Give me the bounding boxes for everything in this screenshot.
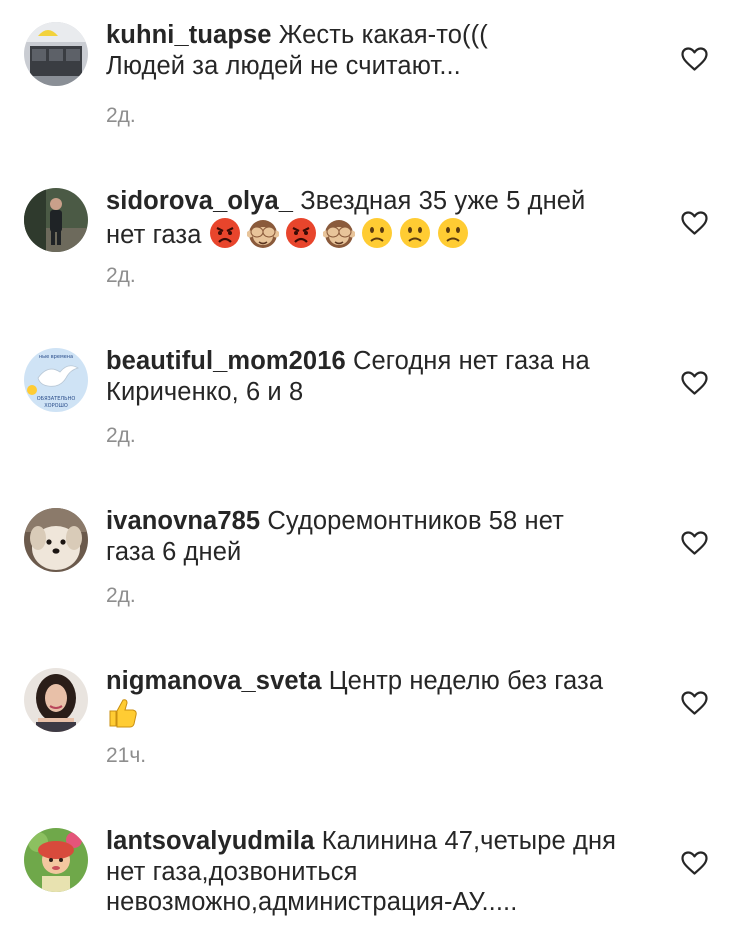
comment-timestamp: 2д. bbox=[106, 584, 136, 607]
comment-text: nigmanova_sveta Центр неделю без газа bbox=[106, 666, 651, 730]
comment-body-line2: нет газа bbox=[106, 220, 202, 249]
comment-username[interactable]: sidorova_olya_ bbox=[106, 187, 293, 215]
comment-body-line2: газа 6 дней bbox=[106, 537, 242, 566]
see-no-evil-monkey-icon bbox=[322, 217, 355, 249]
comment-timestamp: 2д. bbox=[106, 264, 136, 287]
kitchen-photo-avatar bbox=[24, 22, 88, 86]
comment-username[interactable]: lantsovalyudmila bbox=[106, 827, 315, 855]
comment-timestamp: 2д. bbox=[106, 424, 136, 447]
comment-body: Жесть какая-то((( bbox=[278, 21, 488, 49]
dog-photo-avatar bbox=[24, 508, 88, 572]
like-heart-icon[interactable] bbox=[681, 851, 708, 875]
dove-image-avatar: ные времена ОБЯЗАТЕЛЬНО ХОРОШО bbox=[24, 348, 88, 412]
person-photo-avatar bbox=[24, 188, 88, 252]
comment-body: Сегодня нет газа на bbox=[352, 347, 590, 375]
avatar[interactable] bbox=[24, 188, 88, 252]
comment-username[interactable]: nigmanova_sveta bbox=[106, 667, 322, 695]
angry-face-icon bbox=[209, 217, 241, 249]
comment-timestamp: 2д. bbox=[106, 104, 136, 127]
svg-text:ОБЯЗАТЕЛЬНО: ОБЯЗАТЕЛЬНО bbox=[37, 396, 76, 402]
avatar[interactable] bbox=[24, 668, 88, 732]
comment-username[interactable]: kuhni_tuapse bbox=[106, 21, 272, 49]
angry-face-icon bbox=[285, 217, 317, 249]
svg-text:ХОРОШО: ХОРОШО bbox=[44, 403, 68, 409]
comment-username[interactable]: beautiful_mom2016 bbox=[106, 347, 346, 375]
svg-text:ные времена: ные времена bbox=[39, 354, 73, 360]
comment-text: ivanovna785 Судоремонтников 58 нет газа … bbox=[106, 506, 651, 567]
comment-body-line2: нет газа,дозвониться bbox=[106, 857, 358, 886]
doll-photo-avatar bbox=[24, 828, 88, 892]
comment-body: Калинина 47,четыре дня bbox=[321, 827, 617, 855]
avatar[interactable] bbox=[24, 22, 88, 86]
comment-body-line2: Людей за людей не считают... bbox=[106, 51, 461, 80]
see-no-evil-monkey-icon bbox=[246, 217, 279, 249]
comment-text: lantsovalyudmila Калинина 47,четыре дня … bbox=[106, 826, 651, 918]
comment-body-line3: невозможно,администрация-АУ..... bbox=[106, 888, 518, 916]
like-heart-icon[interactable] bbox=[681, 47, 708, 71]
comment-text: sidorova_olya_ Звездная 35 уже 5 дней не… bbox=[106, 186, 651, 250]
thumbs-up-icon bbox=[106, 697, 138, 729]
comment-body: Судоремонтников 58 нет bbox=[267, 507, 564, 535]
slightly-frowning-face-icon bbox=[361, 217, 393, 249]
woman-photo-avatar bbox=[24, 668, 88, 732]
comment-text: beautiful_mom2016 Сегодня нет газа на Ки… bbox=[106, 346, 651, 407]
like-heart-icon[interactable] bbox=[681, 531, 708, 555]
slightly-frowning-face-icon bbox=[399, 217, 431, 249]
comment-body-line2: Кириченко, 6 и 8 bbox=[106, 377, 304, 406]
like-heart-icon[interactable] bbox=[681, 691, 708, 715]
comment-body: Звездная 35 уже 5 дней bbox=[300, 187, 586, 215]
avatar[interactable]: ные времена ОБЯЗАТЕЛЬНО ХОРОШО bbox=[24, 348, 88, 412]
comment-username[interactable]: ivanovna785 bbox=[106, 507, 260, 535]
comment-body: Центр неделю без газа bbox=[328, 667, 604, 695]
comment-text: kuhni_tuapse Жесть какая-то((( Людей за … bbox=[106, 20, 651, 81]
like-heart-icon[interactable] bbox=[681, 211, 708, 235]
avatar[interactable] bbox=[24, 508, 88, 572]
comment-timestamp: 21ч. bbox=[106, 744, 147, 767]
like-heart-icon[interactable] bbox=[681, 371, 708, 395]
slightly-frowning-face-icon bbox=[437, 217, 469, 249]
avatar[interactable] bbox=[24, 828, 88, 892]
